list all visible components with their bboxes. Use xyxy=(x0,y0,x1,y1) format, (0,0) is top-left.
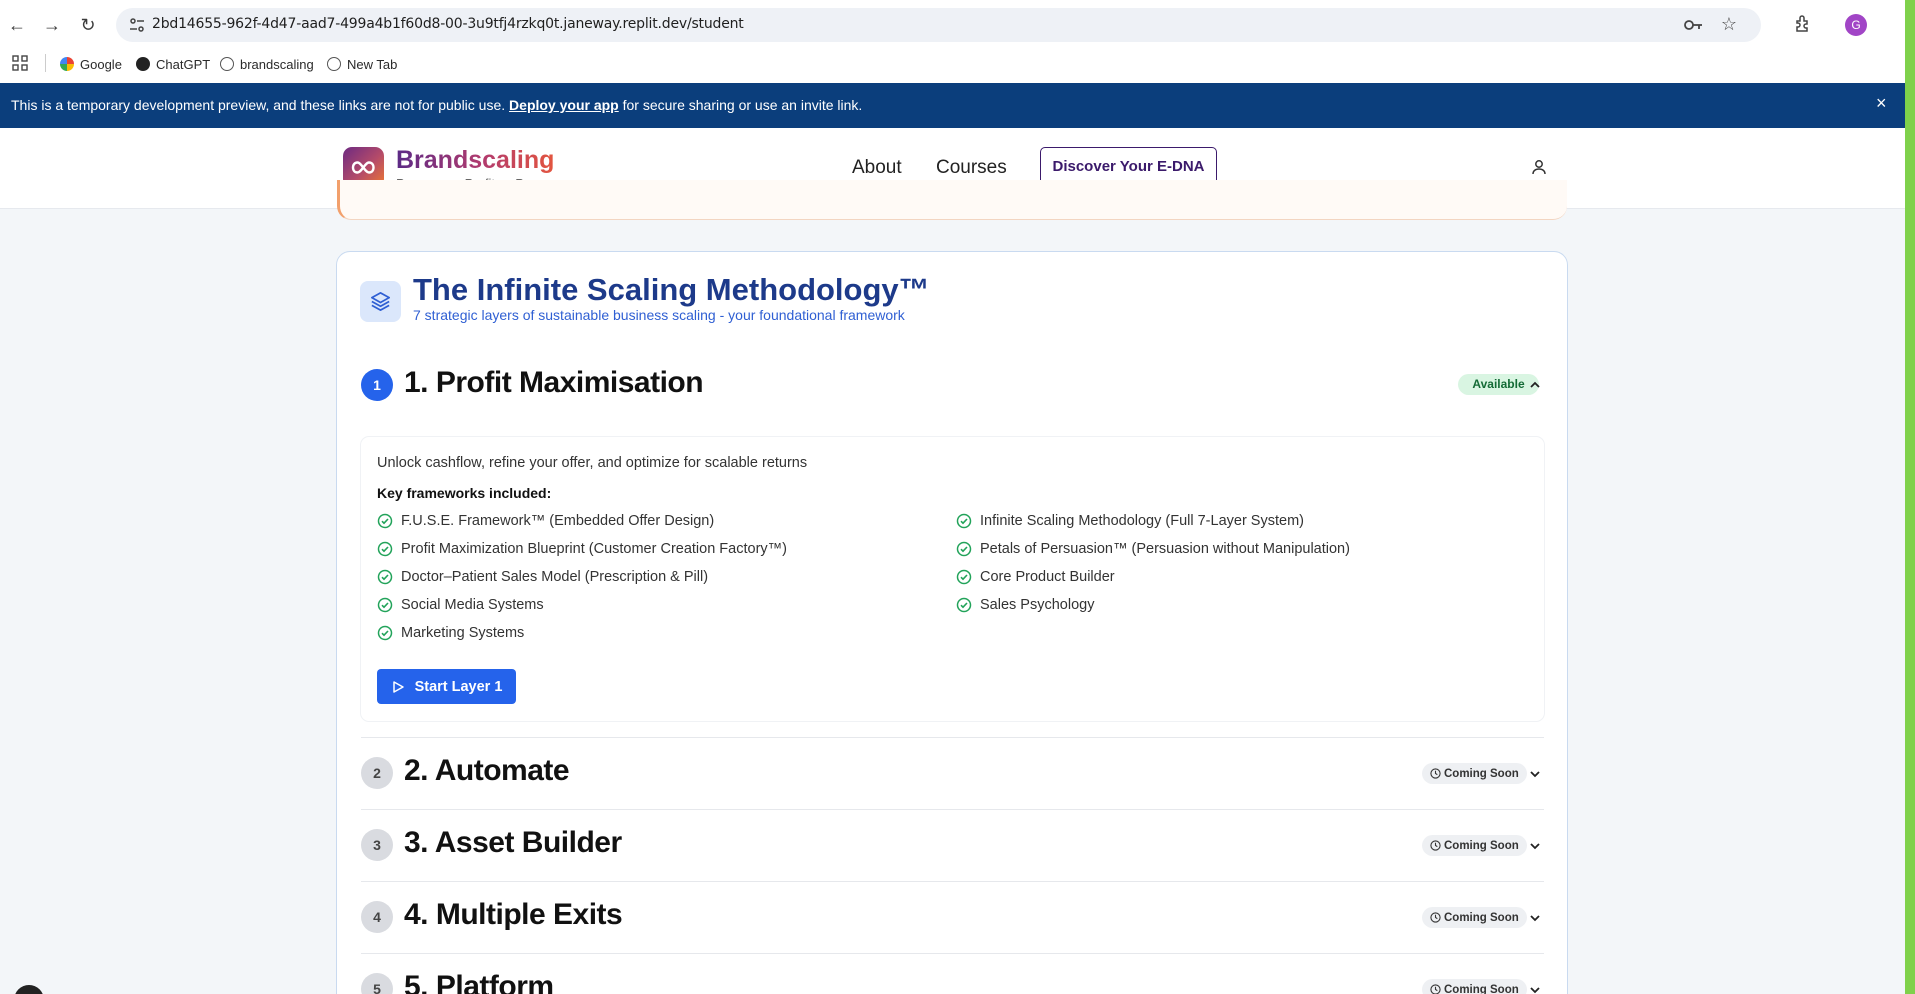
layer-divider xyxy=(361,953,1544,954)
play-icon xyxy=(392,680,404,693)
status-badge: Coming Soon xyxy=(1422,907,1527,928)
layer-title[interactable]: 4. Multiple Exits xyxy=(404,898,623,932)
status-badge: Coming Soon xyxy=(1422,835,1527,856)
back-icon[interactable]: ← xyxy=(6,14,28,36)
bookmark-brandscaling[interactable]: brandscaling xyxy=(220,53,314,75)
layer-number: 1 xyxy=(361,369,393,401)
nav-courses[interactable]: Courses xyxy=(936,157,1007,179)
reload-icon[interactable]: ↻ xyxy=(77,14,99,36)
deploy-link[interactable]: Deploy your app xyxy=(509,97,619,113)
bookmark-chatgpt[interactable]: ChatGPT xyxy=(136,53,210,75)
framework-item: Social Media Systems xyxy=(377,597,544,613)
check-circle-icon xyxy=(377,625,393,641)
check-circle-icon xyxy=(956,541,972,557)
banner-message: This is a temporary development preview,… xyxy=(11,97,863,113)
chevron-up-icon[interactable] xyxy=(1528,378,1542,392)
framework-item: Profit Maximization Blueprint (Customer … xyxy=(377,541,787,557)
site-info-icon[interactable] xyxy=(128,16,146,34)
framework-item: Sales Psychology xyxy=(956,597,1094,613)
brand-name[interactable]: Brandscaling xyxy=(396,146,554,175)
layer-divider xyxy=(361,809,1544,810)
bookmark-star-icon[interactable]: ☆ xyxy=(1721,14,1737,35)
password-key-icon[interactable] xyxy=(1683,16,1703,34)
chevron-down-icon[interactable] xyxy=(1528,911,1542,925)
window-edge xyxy=(1905,0,1915,994)
layer-divider xyxy=(361,737,1544,738)
layer-title[interactable]: 1. Profit Maximisation xyxy=(404,366,704,400)
layer-title[interactable]: 2. Automate xyxy=(404,754,570,788)
start-layer-button[interactable]: Start Layer 1 xyxy=(377,669,516,704)
bookmark-google[interactable]: Google xyxy=(60,53,122,75)
framework-item: Petals of Persuasion™ (Persuasion withou… xyxy=(956,541,1350,557)
check-circle-icon xyxy=(377,541,393,557)
previous-card xyxy=(337,180,1567,220)
chevron-down-icon[interactable] xyxy=(1528,983,1542,994)
clock-icon xyxy=(1430,912,1441,923)
clock-icon xyxy=(1430,840,1441,851)
profile-avatar[interactable]: G xyxy=(1845,14,1867,36)
user-icon[interactable] xyxy=(1530,158,1548,176)
layer-divider xyxy=(361,881,1544,882)
clock-icon xyxy=(1430,984,1441,994)
layer-description: Unlock cashflow, refine your offer, and … xyxy=(377,455,808,471)
status-badge: Coming Soon xyxy=(1422,763,1527,784)
methodology-subtitle: 7 strategic layers of sustainable busine… xyxy=(413,307,905,323)
framework-item: Infinite Scaling Methodology (Full 7-Lay… xyxy=(956,513,1304,529)
forward-icon[interactable]: → xyxy=(41,14,63,36)
check-circle-icon xyxy=(956,513,972,529)
apps-grid-icon[interactable] xyxy=(12,55,28,71)
check-circle-icon xyxy=(956,597,972,613)
url-text[interactable]: 2bd14655-962f-4d47-aad7-499a4b1f60d8-00-… xyxy=(152,16,744,32)
framework-item: Marketing Systems xyxy=(377,625,524,641)
bookmark-new-tab[interactable]: New Tab xyxy=(327,53,397,75)
layer-title[interactable]: 3. Asset Builder xyxy=(404,826,622,860)
bookmarks-divider xyxy=(45,54,46,72)
frameworks-heading: Key frameworks included: xyxy=(377,485,552,501)
check-circle-icon xyxy=(377,513,393,529)
framework-item: Core Product Builder xyxy=(956,569,1115,585)
check-circle-icon xyxy=(377,569,393,585)
layer-number: 4 xyxy=(361,901,393,933)
methodology-title: The Infinite Scaling Methodology™ xyxy=(413,272,930,307)
nav-about[interactable]: About xyxy=(852,157,902,179)
globe-icon xyxy=(220,57,234,71)
google-icon xyxy=(60,57,74,71)
clock-icon xyxy=(1430,768,1441,779)
chatgpt-icon xyxy=(136,57,150,71)
layer-number: 3 xyxy=(361,829,393,861)
extensions-icon[interactable] xyxy=(1792,13,1814,35)
check-circle-icon xyxy=(956,569,972,585)
framework-item: Doctor–Patient Sales Model (Prescription… xyxy=(377,569,708,585)
check-circle-icon xyxy=(377,597,393,613)
chevron-down-icon[interactable] xyxy=(1528,839,1542,853)
floating-action-button[interactable] xyxy=(14,985,44,994)
layer-number: 2 xyxy=(361,757,393,789)
dev-preview-banner: This is a temporary development preview,… xyxy=(0,83,1905,128)
layer-title[interactable]: 5. Platform xyxy=(404,970,554,994)
layers-icon xyxy=(360,281,401,322)
status-badge: Available xyxy=(1458,374,1539,395)
address-bar[interactable]: 2bd14655-962f-4d47-aad7-499a4b1f60d8-00-… xyxy=(116,8,1761,42)
status-badge: Coming Soon xyxy=(1422,979,1527,994)
framework-item: F.U.S.E. Framework™ (Embedded Offer Desi… xyxy=(377,513,714,529)
close-icon[interactable]: × xyxy=(1876,93,1887,114)
globe-icon xyxy=(327,57,341,71)
chevron-down-icon[interactable] xyxy=(1528,767,1542,781)
infinity-icon xyxy=(351,161,375,174)
